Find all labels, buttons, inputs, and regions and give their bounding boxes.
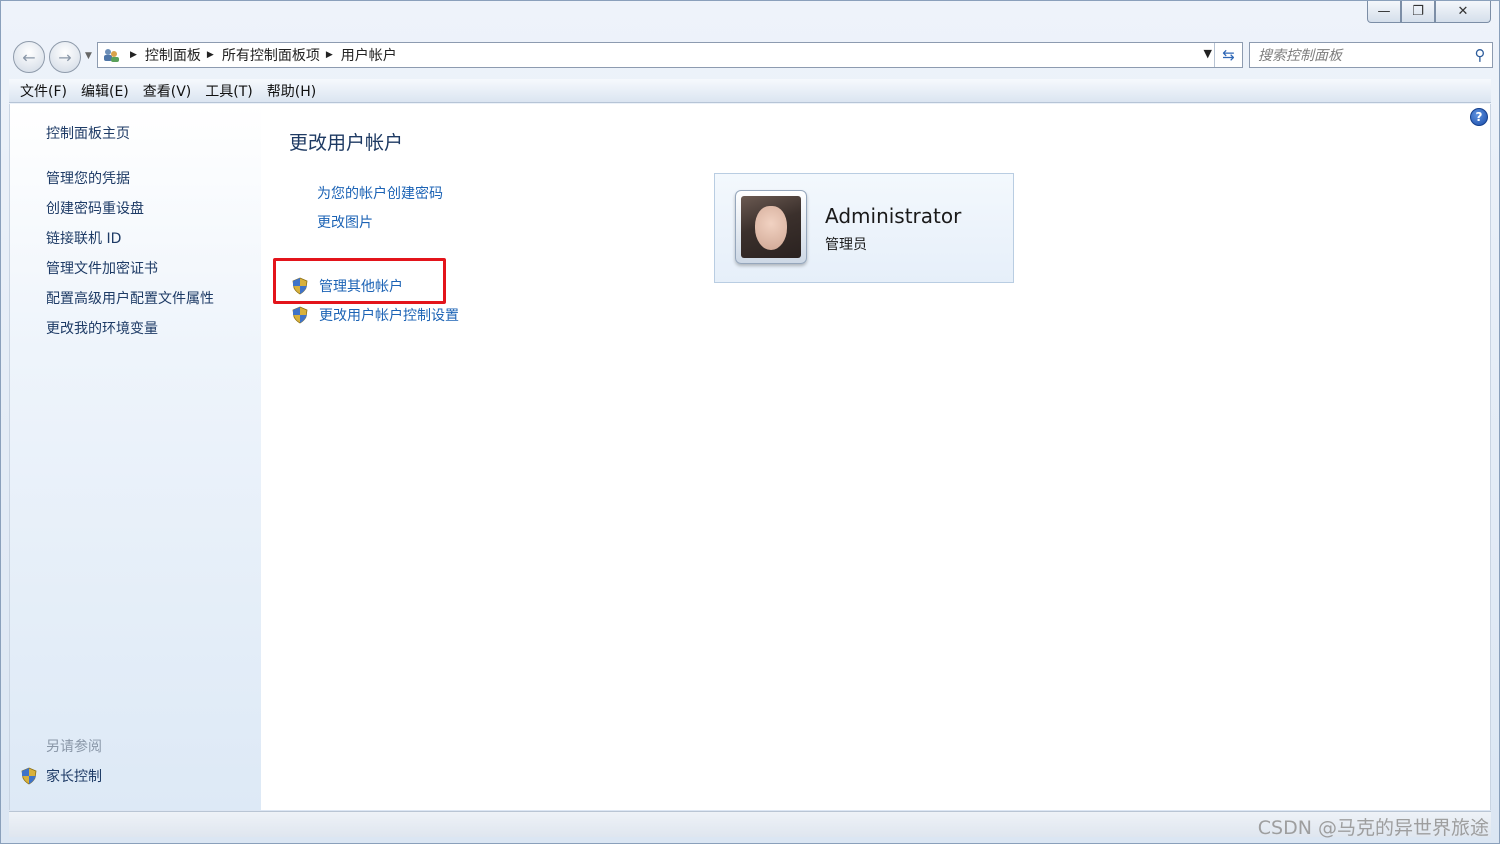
restore-icon: ❐ — [1412, 4, 1424, 19]
sidebar-item-home[interactable]: 控制面板主页 — [46, 123, 130, 143]
sidebar-item-encryption-certificates[interactable]: 管理文件加密证书 — [46, 258, 158, 278]
sidebar-item-manage-credentials[interactable]: 管理您的凭据 — [46, 168, 130, 188]
avatar-frame — [735, 190, 807, 264]
content-area: 控制面板主页 管理您的凭据 创建密码重设盘 链接联机 ID 管理文件加密证书 配… — [9, 104, 1491, 810]
user-name: Administrator — [825, 204, 962, 228]
uac-settings-row[interactable]: 更改用户帐户控制设置 — [291, 305, 459, 325]
menu-bar: 文件(F) 编辑(E) 查看(V) 工具(T) 帮助(H) — [9, 79, 1491, 103]
uac-shield-icon — [291, 306, 309, 324]
search-input[interactable]: 搜索控制面板 — [1258, 45, 1468, 65]
menu-help[interactable]: 帮助(H) — [260, 81, 323, 101]
user-account-card: Administrator 管理员 — [714, 173, 1014, 283]
breadcrumb-all-items[interactable]: 所有控制面板项 — [222, 45, 320, 65]
main-panel: ? 更改用户帐户 为您的帐户创建密码 更改图片 管理其他帐户 更改用户帐户控制设… — [262, 104, 1490, 810]
refresh-icon[interactable]: ⇆ — [1214, 43, 1242, 67]
create-password-link[interactable]: 为您的帐户创建密码 — [317, 183, 443, 203]
back-arrow-icon: ← — [22, 47, 36, 67]
menu-file[interactable]: 文件(F) — [13, 81, 74, 101]
search-icon[interactable]: ⚲ — [1468, 46, 1492, 64]
sidebar-item-link-online-id[interactable]: 链接联机 ID — [46, 228, 121, 248]
address-history-dropdown-icon[interactable]: ▼ — [1204, 47, 1212, 60]
see-also-heading: 另请参阅 — [46, 739, 102, 755]
menu-edit[interactable]: 编辑(E) — [74, 81, 136, 101]
recent-pages-dropdown-icon[interactable]: ▼ — [85, 51, 92, 61]
minimize-button[interactable]: — — [1367, 1, 1401, 23]
forward-arrow-icon: → — [58, 47, 72, 67]
uac-shield-icon — [20, 767, 38, 785]
menu-tools[interactable]: 工具(T) — [198, 81, 259, 101]
help-icon[interactable]: ? — [1470, 108, 1488, 126]
address-bar[interactable]: ▶ 控制面板 ▶ 所有控制面板项 ▶ 用户帐户 ▼ ⇆ — [97, 42, 1243, 68]
sidebar-item-environment-variables[interactable]: 更改我的环境变量 — [46, 318, 158, 338]
control-panel-icon — [98, 44, 124, 66]
sidebar-item-parental-controls[interactable]: 家长控制 — [20, 766, 102, 786]
breadcrumb-separator-icon[interactable]: ▶ — [326, 50, 333, 60]
breadcrumb-separator-icon[interactable]: ▶ — [130, 50, 137, 60]
breadcrumb-user-accounts[interactable]: 用户帐户 — [341, 45, 397, 65]
uac-settings-link[interactable]: 更改用户帐户控制设置 — [319, 305, 459, 325]
navigation-bar: ← → ▼ ▶ 控制面板 ▶ 所有控制面板项 ▶ 用户帐户 ▼ ⇆ 搜索控制面板… — [9, 37, 1493, 75]
sidebar-item-password-reset-disk[interactable]: 创建密码重设盘 — [46, 198, 144, 218]
user-role: 管理员 — [825, 237, 867, 253]
control-panel-window: — ❐ ✕ ← → ▼ ▶ 控制面板 ▶ 所有控制面板项 ▶ 用户帐户 ▼ ⇆ … — [0, 0, 1500, 844]
close-button[interactable]: ✕ — [1435, 1, 1491, 23]
sidebar: 控制面板主页 管理您的凭据 创建密码重设盘 链接联机 ID 管理文件加密证书 配… — [10, 104, 261, 810]
menu-view[interactable]: 查看(V) — [136, 81, 199, 101]
back-button[interactable]: ← — [13, 41, 45, 73]
sidebar-item-label[interactable]: 家长控制 — [46, 766, 102, 786]
breadcrumb-separator-icon[interactable]: ▶ — [207, 50, 214, 60]
watermark: CSDN @马克的异世界旅途 — [1257, 817, 1489, 839]
close-icon: ✕ — [1457, 4, 1469, 19]
sidebar-item-advanced-profile[interactable]: 配置高级用户配置文件属性 — [46, 288, 214, 308]
change-picture-link[interactable]: 更改图片 — [317, 212, 373, 232]
caption-buttons: — ❐ ✕ — [1367, 1, 1491, 25]
maximize-button[interactable]: ❐ — [1401, 1, 1435, 23]
page-title: 更改用户帐户 — [289, 132, 404, 154]
breadcrumb-control-panel[interactable]: 控制面板 — [145, 45, 201, 65]
search-box[interactable]: 搜索控制面板 ⚲ — [1249, 42, 1493, 68]
minimize-icon: — — [1377, 4, 1391, 19]
highlight-box — [273, 258, 446, 304]
avatar[interactable] — [741, 196, 801, 258]
forward-button[interactable]: → — [49, 41, 81, 73]
